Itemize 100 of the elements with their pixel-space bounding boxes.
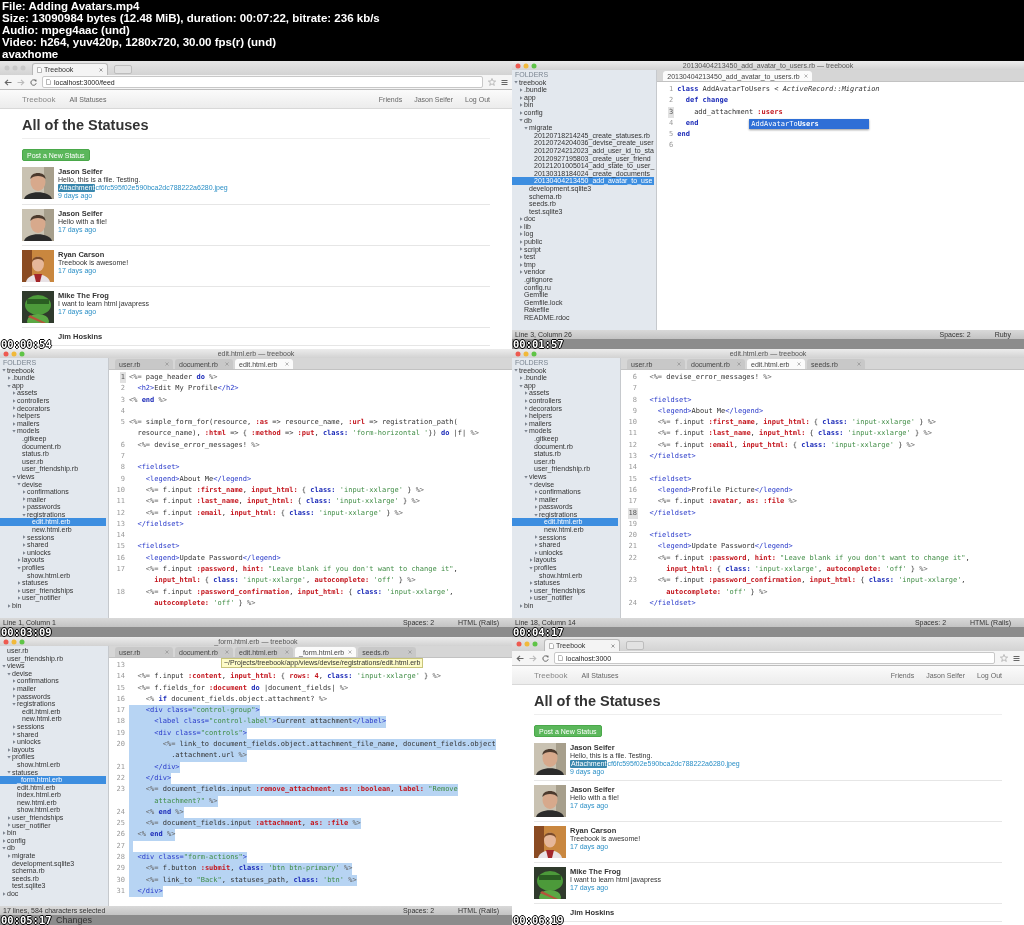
disclosure-triangle-icon[interactable] [524, 398, 528, 403]
disclosure-triangle-icon[interactable] [534, 505, 538, 510]
disclosure-triangle-icon[interactable] [12, 694, 16, 699]
disclosure-triangle-icon[interactable] [524, 421, 528, 426]
menu-icon[interactable] [501, 78, 508, 86]
forward-icon[interactable] [529, 654, 537, 662]
disclosure-triangle-icon[interactable] [7, 853, 11, 858]
disclosure-triangle-icon[interactable] [534, 535, 538, 540]
close-icon[interactable] [165, 362, 169, 366]
disclosure-triangle-icon[interactable] [22, 535, 26, 540]
disclosure-triangle-icon[interactable] [534, 543, 538, 548]
disclosure-triangle-icon[interactable] [519, 110, 523, 115]
disclosure-triangle-icon[interactable] [529, 558, 533, 563]
close-icon[interactable] [737, 362, 741, 366]
disclosure-triangle-icon[interactable] [2, 838, 6, 843]
video-info-text: Size: 13090984 bytes (12.48 MiB), duration: 00:07:22, bitrate: 236 kb/s [2, 12, 380, 24]
window-controls-icon[interactable] [515, 62, 537, 69]
disclosure-triangle-icon[interactable] [22, 543, 26, 548]
close-icon[interactable] [803, 74, 808, 78]
timestamp: 00:00:54 [1, 339, 52, 349]
disclosure-triangle-icon[interactable] [22, 505, 26, 510]
page-heading: All of the Statuses [534, 693, 1002, 715]
disclosure-triangle-icon[interactable] [22, 550, 26, 555]
disclosure-triangle-icon[interactable] [12, 732, 16, 737]
window-controls-icon[interactable] [3, 350, 25, 357]
disclosure-triangle-icon[interactable] [7, 823, 11, 828]
close-icon[interactable] [857, 362, 861, 366]
disclosure-triangle-icon[interactable] [2, 664, 6, 668]
close-icon[interactable] [348, 650, 353, 654]
disclosure-triangle-icon[interactable] [17, 596, 21, 601]
video-info-text: Audio: mpeg4aac (und) [2, 24, 130, 36]
back-icon[interactable] [516, 654, 524, 662]
disclosure-triangle-icon[interactable] [12, 724, 16, 729]
disclosure-triangle-icon[interactable] [519, 224, 523, 229]
disclosure-triangle-icon[interactable] [529, 581, 533, 585]
disclosure-triangle-icon[interactable] [17, 581, 21, 585]
disclosure-triangle-icon[interactable] [7, 603, 11, 608]
reload-icon[interactable] [30, 78, 37, 86]
reload-icon[interactable] [542, 654, 549, 662]
disclosure-triangle-icon[interactable] [12, 421, 16, 426]
disclosure-triangle-icon[interactable] [12, 398, 16, 403]
video-info-text: Video: h264, yuv420p, 1280x720, 30.00 fps(r) (und) [2, 36, 276, 48]
disclosure-triangle-icon[interactable] [519, 376, 523, 380]
disclosure-triangle-icon[interactable] [524, 391, 528, 396]
disclosure-triangle-icon[interactable] [534, 550, 538, 555]
disclosure-triangle-icon[interactable] [12, 391, 16, 396]
close-icon[interactable] [99, 67, 103, 72]
disclosure-triangle-icon[interactable] [7, 376, 11, 380]
disclosure-triangle-icon[interactable] [519, 232, 523, 237]
timestamp: 00:04:17 [513, 627, 564, 637]
disclosure-triangle-icon[interactable] [7, 815, 11, 820]
timestamp: 00:05:17 [1, 915, 52, 925]
disclosure-triangle-icon[interactable] [7, 747, 11, 752]
disclosure-triangle-icon[interactable] [519, 217, 523, 222]
forward-icon[interactable] [17, 78, 25, 86]
disclosure-triangle-icon[interactable] [529, 596, 533, 601]
back-icon[interactable] [4, 78, 12, 86]
menu-icon[interactable] [1013, 654, 1020, 662]
close-icon[interactable] [225, 650, 229, 654]
disclosure-triangle-icon[interactable] [519, 103, 523, 108]
disclosure-triangle-icon[interactable] [2, 891, 6, 896]
close-icon[interactable] [677, 362, 681, 366]
disclosure-triangle-icon[interactable] [534, 489, 538, 494]
disclosure-triangle-icon[interactable] [2, 831, 6, 836]
disclosure-triangle-icon[interactable] [519, 239, 523, 244]
disclosure-triangle-icon[interactable] [524, 413, 528, 418]
page-heading: All of the Statuses [22, 117, 490, 139]
window-controls-icon[interactable] [3, 638, 25, 645]
disclosure-triangle-icon[interactable] [519, 255, 523, 260]
close-icon[interactable] [285, 650, 289, 654]
disclosure-triangle-icon[interactable] [519, 88, 523, 92]
timestamp: 00:06:19 [513, 915, 564, 925]
disclosure-triangle-icon[interactable] [17, 558, 21, 563]
disclosure-triangle-icon[interactable] [22, 497, 26, 502]
star-icon[interactable] [1000, 654, 1008, 662]
disclosure-triangle-icon[interactable] [12, 413, 16, 418]
window-controls-icon[interactable] [516, 641, 538, 647]
timestamp: 00:03:09 [1, 627, 52, 637]
disclosure-triangle-icon[interactable] [519, 603, 523, 608]
disclosure-triangle-icon[interactable] [12, 686, 16, 691]
disclosure-triangle-icon[interactable] [12, 406, 16, 411]
close-icon[interactable] [165, 650, 169, 654]
close-icon[interactable] [285, 362, 289, 366]
close-icon[interactable] [225, 362, 229, 366]
background-window-text: Changes [56, 915, 93, 925]
disclosure-triangle-icon[interactable] [12, 739, 16, 744]
disclosure-triangle-icon[interactable] [524, 406, 528, 411]
disclosure-triangle-icon[interactable] [519, 262, 523, 267]
star-icon[interactable] [488, 78, 496, 86]
disclosure-triangle-icon[interactable] [519, 95, 523, 100]
disclosure-triangle-icon[interactable] [22, 489, 26, 494]
window-controls-icon[interactable] [515, 350, 537, 357]
disclosure-triangle-icon[interactable] [519, 247, 523, 252]
close-icon[interactable] [797, 362, 801, 366]
disclosure-triangle-icon[interactable] [529, 588, 533, 593]
close-icon[interactable] [611, 643, 615, 648]
disclosure-triangle-icon[interactable] [17, 588, 21, 593]
disclosure-triangle-icon[interactable] [12, 679, 16, 684]
disclosure-triangle-icon[interactable] [519, 270, 523, 275]
disclosure-triangle-icon[interactable] [534, 497, 538, 502]
